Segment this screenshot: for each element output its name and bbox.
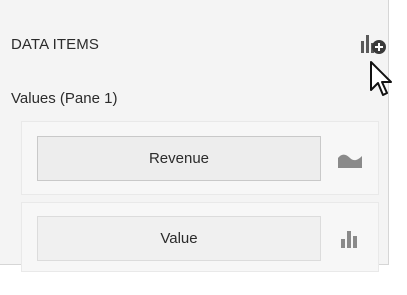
- bar-series-icon[interactable]: [337, 228, 363, 248]
- area-series-icon[interactable]: [337, 149, 363, 169]
- data-item-row-value: Value: [21, 202, 379, 272]
- data-item-row-revenue: Revenue: [21, 121, 379, 195]
- data-item-button-value[interactable]: Value: [37, 216, 321, 261]
- data-item-button-revenue[interactable]: Revenue: [37, 136, 321, 181]
- add-series-icon[interactable]: [359, 32, 389, 62]
- pane-label: Values (Pane 1): [11, 90, 118, 107]
- section-title: DATA ITEMS: [11, 36, 99, 53]
- data-items-panel: DATA ITEMS Values (Pane 1) Revenue Value: [0, 0, 389, 272]
